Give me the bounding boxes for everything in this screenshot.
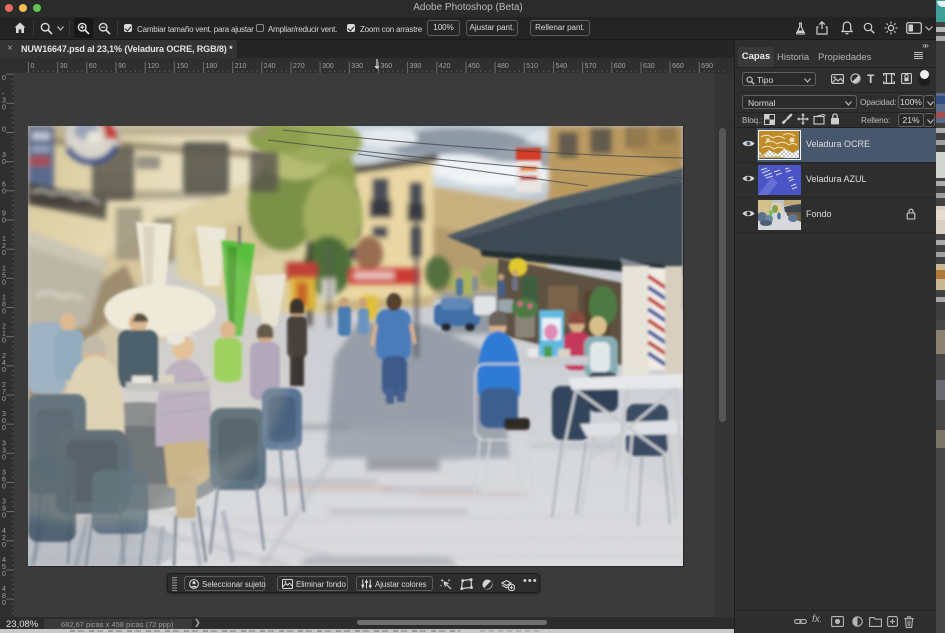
svg-text:3: 3 [2, 152, 6, 159]
svg-text:0: 0 [2, 484, 6, 491]
svg-text:330: 330 [351, 63, 363, 70]
svg-text:90: 90 [118, 63, 126, 70]
svg-text:4: 4 [2, 528, 6, 535]
svg-text:3: 3 [2, 447, 6, 454]
svg-text:1: 1 [2, 331, 6, 338]
svg-text:0: 0 [2, 338, 6, 345]
svg-text:5: 5 [2, 272, 6, 279]
svg-text:570: 570 [585, 63, 597, 70]
svg-text:4: 4 [2, 360, 6, 367]
svg-text:600: 600 [614, 63, 626, 70]
svg-text:0: 0 [2, 396, 6, 403]
svg-text:9: 9 [2, 211, 6, 218]
svg-text:480: 480 [497, 63, 509, 70]
svg-text:0: 0 [2, 367, 6, 374]
svg-text:2: 2 [2, 382, 6, 389]
svg-text:3: 3 [2, 499, 6, 506]
svg-text:450: 450 [468, 63, 480, 70]
svg-text:0: 0 [2, 418, 6, 425]
svg-text:0: 0 [2, 513, 6, 520]
svg-text:0: 0 [2, 75, 6, 82]
svg-text:360: 360 [381, 63, 393, 70]
svg-text:1: 1 [2, 265, 6, 272]
svg-text:0: 0 [2, 542, 6, 549]
svg-text:9: 9 [2, 506, 6, 513]
svg-text:-: - [2, 90, 5, 97]
svg-text:510: 510 [526, 63, 538, 70]
svg-text:6: 6 [2, 181, 6, 188]
svg-text:0: 0 [2, 425, 6, 432]
svg-text:6: 6 [2, 477, 6, 484]
svg-text:8: 8 [2, 593, 6, 600]
svg-text:30: 30 [60, 63, 68, 70]
svg-text:0: 0 [2, 454, 6, 461]
svg-text:60: 60 [89, 63, 97, 70]
svg-text:0: 0 [2, 159, 6, 166]
svg-text:2: 2 [2, 243, 6, 250]
svg-text:2: 2 [2, 535, 6, 542]
svg-text:7: 7 [2, 389, 6, 396]
svg-text:390: 390 [410, 63, 422, 70]
svg-text:3: 3 [2, 97, 6, 104]
svg-text:0: 0 [2, 600, 6, 607]
svg-text:120: 120 [147, 63, 159, 70]
svg-text:660: 660 [672, 63, 684, 70]
svg-text:3: 3 [2, 411, 6, 418]
svg-text:4: 4 [2, 586, 6, 593]
svg-text:0: 0 [2, 127, 6, 134]
svg-text:240: 240 [264, 63, 276, 70]
svg-text:180: 180 [206, 63, 218, 70]
svg-text:3: 3 [2, 440, 6, 447]
svg-text:690: 690 [701, 63, 713, 70]
svg-text:8: 8 [2, 302, 6, 309]
svg-text:0: 0 [2, 218, 6, 225]
svg-text:0: 0 [2, 309, 6, 316]
svg-text:270: 270 [293, 63, 305, 70]
svg-text:0: 0 [31, 63, 35, 70]
svg-text:420: 420 [439, 63, 451, 70]
svg-text:150: 150 [176, 63, 188, 70]
svg-text:210: 210 [235, 63, 247, 70]
svg-text:0: 0 [2, 279, 6, 286]
svg-text:5: 5 [2, 564, 6, 571]
svg-text:630: 630 [643, 63, 655, 70]
svg-text:3: 3 [2, 470, 6, 477]
svg-text:1: 1 [2, 295, 6, 302]
svg-text:0: 0 [2, 104, 6, 111]
svg-text:300: 300 [322, 63, 334, 70]
svg-text:4: 4 [2, 557, 6, 564]
svg-text:0: 0 [2, 188, 6, 195]
svg-text:540: 540 [556, 63, 568, 70]
svg-text:0: 0 [2, 571, 6, 578]
svg-text:0: 0 [2, 250, 6, 257]
svg-text:2: 2 [2, 324, 6, 331]
svg-text:1: 1 [2, 236, 6, 243]
svg-text:2: 2 [2, 353, 6, 360]
